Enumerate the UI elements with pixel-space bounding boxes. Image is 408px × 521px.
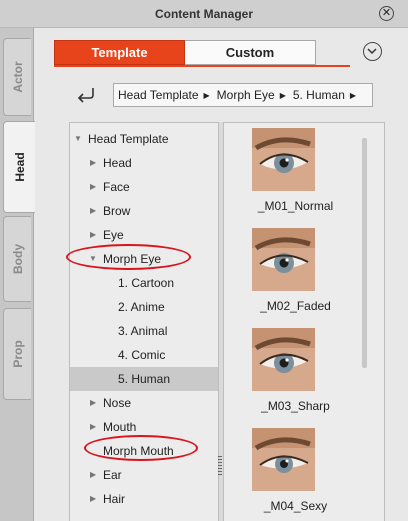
eye-thumbnail-image bbox=[252, 228, 315, 291]
tree-item[interactable]: ▼ Head Template bbox=[70, 127, 218, 151]
chevron-right-icon: ▶ bbox=[279, 90, 286, 100]
eye-thumbnail-image bbox=[252, 428, 315, 491]
tab-body[interactable]: Body bbox=[3, 216, 31, 302]
expanded-arrow-icon[interactable]: ▼ bbox=[89, 247, 97, 271]
tree-item[interactable]: ▼ Morph Eye bbox=[70, 247, 218, 271]
tab-underline bbox=[54, 65, 350, 67]
tree-item[interactable]: 3. Animal bbox=[70, 319, 218, 343]
tree-item[interactable]: 2. Anime bbox=[70, 295, 218, 319]
thumbnail-label: _M02_Faded bbox=[260, 299, 331, 313]
tree-item[interactable]: ▶ Ear bbox=[70, 463, 218, 487]
collapsed-arrow-icon[interactable]: ▶ bbox=[90, 463, 96, 487]
content-panel: Template Custom Head Template ▶ Morph Ey… bbox=[34, 28, 408, 521]
tree-item[interactable]: Morph Mouth bbox=[70, 439, 218, 463]
vertical-scrollbar[interactable] bbox=[362, 138, 367, 368]
collapsed-arrow-icon[interactable]: ▶ bbox=[90, 223, 96, 247]
category-tree: ▼ Head Template ▶ Head ▶ Face ▶ Brow ▶ E… bbox=[69, 122, 219, 521]
title-bar: Content Manager ✕ bbox=[0, 0, 408, 28]
thumbnail-label: _M03_Sharp bbox=[261, 399, 330, 413]
thumbnail-eye-3[interactable] bbox=[252, 328, 315, 391]
tree-item[interactable]: ▶ Nose bbox=[70, 391, 218, 415]
thumbnail-eye-1[interactable] bbox=[252, 128, 315, 191]
tab-prop[interactable]: Prop bbox=[3, 308, 31, 400]
breadcrumb-item[interactable]: 5. Human bbox=[293, 88, 345, 102]
close-icon[interactable]: ✕ bbox=[379, 6, 394, 21]
tree-item[interactable]: ▶ Face bbox=[70, 175, 218, 199]
tree-item[interactable]: ▶ Eye bbox=[70, 223, 218, 247]
breadcrumb-item[interactable]: Head Template bbox=[118, 88, 199, 102]
chevron-down-circle-icon[interactable] bbox=[363, 42, 382, 61]
tab-custom[interactable]: Custom bbox=[185, 40, 316, 65]
thumbnail-label: _M01_Normal bbox=[257, 199, 334, 213]
breadcrumb: Head Template ▶ Morph Eye ▶ 5. Human ▶ bbox=[113, 83, 373, 107]
breadcrumb-item[interactable]: Morph Eye bbox=[217, 88, 275, 102]
tree-item-selected[interactable]: 5. Human bbox=[70, 367, 218, 391]
window-title: Content Manager bbox=[154, 7, 253, 21]
thumbnail-eye-2[interactable] bbox=[252, 228, 315, 291]
expanded-arrow-icon[interactable]: ▼ bbox=[74, 127, 82, 151]
tab-head[interactable]: Head bbox=[3, 121, 35, 213]
collapsed-arrow-icon[interactable]: ▶ bbox=[90, 175, 96, 199]
side-tab-bar: Actor Head Body Prop bbox=[0, 28, 35, 521]
tab-body-label: Body bbox=[10, 244, 25, 274]
collapsed-arrow-icon[interactable]: ▶ bbox=[90, 199, 96, 223]
template-custom-tabs: Template Custom bbox=[54, 40, 350, 65]
tree-item[interactable]: ▶ Hair bbox=[70, 487, 218, 511]
splitter-grip-icon[interactable] bbox=[218, 456, 222, 476]
tree-item[interactable]: 4. Comic bbox=[70, 343, 218, 367]
tab-template[interactable]: Template bbox=[54, 40, 185, 65]
tree-item[interactable]: ▶ Brow bbox=[70, 199, 218, 223]
collapsed-arrow-icon[interactable]: ▶ bbox=[90, 151, 96, 175]
tab-prop-label: Prop bbox=[10, 340, 25, 368]
thumbnail-label: _M04_Sexy bbox=[263, 499, 328, 513]
tab-actor-label: Actor bbox=[10, 61, 25, 93]
collapsed-arrow-icon[interactable]: ▶ bbox=[90, 487, 96, 511]
collapsed-arrow-icon[interactable]: ▶ bbox=[90, 415, 96, 439]
eye-thumbnail-image bbox=[252, 128, 315, 191]
thumbnail-eye-4[interactable] bbox=[252, 428, 315, 491]
chevron-right-icon: ▶ bbox=[349, 90, 357, 100]
tab-actor[interactable]: Actor bbox=[3, 38, 31, 116]
back-arrow-icon[interactable] bbox=[74, 85, 96, 103]
chevron-right-icon: ▶ bbox=[203, 90, 210, 100]
collapsed-arrow-icon[interactable]: ▶ bbox=[90, 391, 96, 415]
tab-head-label: Head bbox=[12, 152, 27, 182]
tree-item[interactable]: 1. Cartoon bbox=[70, 271, 218, 295]
tree-item[interactable]: ▶ Head bbox=[70, 151, 218, 175]
eye-thumbnail-image bbox=[252, 328, 315, 391]
tree-item[interactable]: ▶ Mouth bbox=[70, 415, 218, 439]
